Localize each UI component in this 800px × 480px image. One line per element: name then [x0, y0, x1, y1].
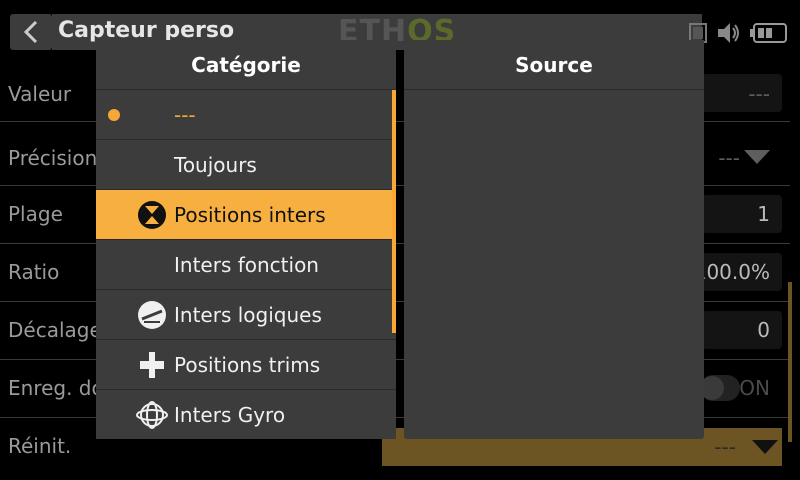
category-label: Positions trims: [174, 353, 321, 377]
dropdown-arrow-icon: [752, 440, 778, 454]
category-label: Inters fonction: [174, 253, 319, 277]
gyro-icon: [136, 401, 168, 429]
page-scrollbar[interactable]: [788, 282, 792, 442]
value-box: [702, 195, 782, 233]
row-value: ON: [739, 376, 770, 400]
speaker-icon: [718, 23, 739, 43]
category-item-inters-logiques[interactable]: Inters logiques: [96, 290, 396, 340]
row-value: 0: [757, 318, 770, 342]
row-label: Enreg. do: [8, 376, 104, 400]
chevron-left-icon: [23, 20, 38, 44]
row-label: Réinit.: [8, 434, 72, 458]
row-label: Ratio: [8, 260, 60, 284]
row-label: Valeur: [8, 82, 72, 106]
category-label: Inters Gyro: [174, 403, 286, 427]
switch-position-icon: [138, 201, 166, 229]
source-header: Source: [404, 40, 704, 90]
back-button[interactable]: [10, 14, 52, 50]
category-label: Positions inters: [174, 203, 326, 227]
dropdown-arrow-icon: [744, 150, 770, 164]
row-label: Précision: [8, 146, 98, 170]
value-box: [702, 74, 782, 112]
current-selection-dot: [108, 109, 120, 121]
row-value: 1: [757, 202, 770, 226]
row-value: ---: [748, 82, 770, 106]
logic-switch-icon: [138, 301, 166, 329]
category-item-inters-fonction[interactable]: Inters fonction: [96, 240, 396, 290]
row-value: 100.0%: [693, 260, 770, 284]
value-box: [702, 311, 782, 349]
category-item-toujours[interactable]: Toujours: [96, 140, 396, 190]
battery-icon: [750, 23, 787, 43]
category-label: Toujours: [174, 153, 257, 177]
row-label: Décalage: [8, 318, 102, 342]
category-header: Catégorie: [96, 40, 396, 90]
category-label: Inters logiques: [174, 303, 322, 327]
source-panel: Source: [404, 40, 704, 439]
category-item-none[interactable]: ---: [96, 90, 396, 140]
category-item-positions-trims[interactable]: Positions trims: [96, 340, 396, 390]
row-label: Plage: [8, 202, 63, 226]
category-scrollbar[interactable]: [392, 90, 396, 333]
category-item-positions-inters[interactable]: Positions inters: [96, 190, 396, 240]
category-item-inters-gyro[interactable]: Inters Gyro: [96, 390, 396, 439]
trim-icon: [140, 352, 164, 378]
category-label: ---: [174, 103, 196, 127]
reset-dropdown-value: ---: [714, 435, 736, 459]
category-panel: Catégorie --- Toujours Positions inters …: [96, 40, 396, 439]
row-value: ---: [718, 146, 740, 170]
